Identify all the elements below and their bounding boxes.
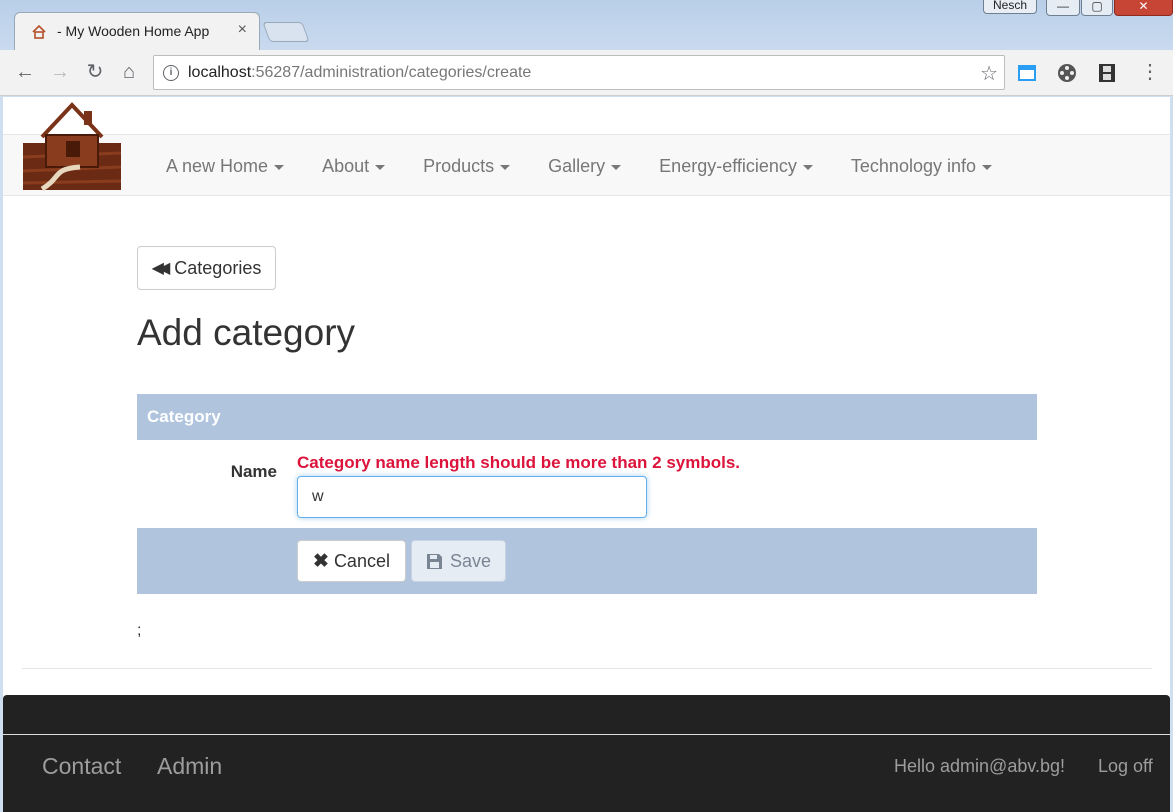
home-favicon-icon [32,24,46,39]
logoff-link[interactable]: Log off [1098,756,1153,777]
browser-menu-icon[interactable]: ⋮ [1140,60,1160,84]
top-strip [3,97,1170,134]
remove-icon: ✖ [313,550,329,572]
web-page: A new Home About Products Gallery Energy… [3,97,1170,812]
caret-down-icon [611,164,622,170]
nav-item-technology-info[interactable]: Technology info [837,135,1006,197]
validation-error: Category name length should be more than… [297,453,741,472]
address-url: localhost:56287/administration/categorie… [188,64,532,81]
new-tab-button[interactable] [262,22,310,42]
home-icon[interactable]: ⌂ [117,60,141,84]
site-footer: Contact Admin Hello admin@abv.bg! Log of… [3,695,1170,812]
forward-arrow-icon[interactable]: → [48,60,72,84]
panel-footer: ✖ Cancel Save [137,528,1037,594]
cancel-label: Cancel [333,550,390,571]
footer-divider [3,734,1170,735]
reload-icon[interactable]: ↻ [83,60,107,84]
stray-text: ; [137,622,142,639]
back-arrow-icon[interactable]: ← [13,60,37,84]
address-bar[interactable]: i localhost:56287/administration/categor… [153,55,1005,90]
nav-item-about[interactable]: About [308,135,399,197]
bookmark-star-icon[interactable]: ☆ [980,61,998,86]
save-button[interactable]: Save [411,540,506,582]
page-title: Add category [137,312,356,353]
caret-down-icon [802,164,813,170]
nav-item-energy-efficiency[interactable]: Energy-efficiency [645,135,827,197]
divider [22,668,1152,669]
back-to-categories-button[interactable]: ◀◀ Categories [137,246,276,290]
browser-titlebar: - My Wooden Home App × Nesch — ▢ ✕ [0,0,1173,50]
save-label: Save [449,550,492,571]
nav-item-a-new-home[interactable]: A new Home [152,135,298,197]
extension-window-icon[interactable] [1016,62,1038,84]
minimize-icon[interactable]: — [1046,0,1080,16]
browser-toolbar: ← → ↻ ⌂ i localhost:56287/administration… [0,50,1173,96]
nav-menu: A new Home About Products Gallery Energy… [152,135,1016,197]
user-greeting[interactable]: Hello admin@abv.bg! [894,756,1065,777]
profile-badge[interactable]: Nesch [983,0,1037,14]
cancel-button[interactable]: ✖ Cancel [297,540,406,582]
info-icon[interactable]: i [163,65,179,81]
footer-contact-link[interactable]: Contact [42,753,121,780]
site-navbar: A new Home About Products Gallery Energy… [3,134,1170,196]
nav-item-products[interactable]: Products [409,135,524,197]
extension-film-reel-icon[interactable] [1056,62,1078,84]
site-logo[interactable] [22,97,122,191]
panel-heading: Category [137,394,1037,440]
name-label: Name [230,462,277,481]
footer-admin-link[interactable]: Admin [157,753,222,780]
category-name-input[interactable] [297,476,647,518]
tab-title: - My Wooden Home App [57,23,210,39]
caret-down-icon [500,164,511,170]
tab-close-icon[interactable]: × [238,21,247,39]
browser-tab[interactable]: - My Wooden Home App × [14,12,260,50]
caret-down-icon [375,164,386,170]
window-close-icon[interactable]: ✕ [1114,0,1173,16]
extension-film-strip-icon[interactable] [1096,62,1118,84]
fast-backward-icon: ◀◀ [151,260,170,277]
back-button-label: Categories [174,257,262,278]
maximize-icon[interactable]: ▢ [1081,0,1113,16]
caret-down-icon [274,164,285,170]
nav-item-gallery[interactable]: Gallery [534,135,635,197]
floppy-save-icon [426,553,442,569]
caret-down-icon [982,164,992,170]
